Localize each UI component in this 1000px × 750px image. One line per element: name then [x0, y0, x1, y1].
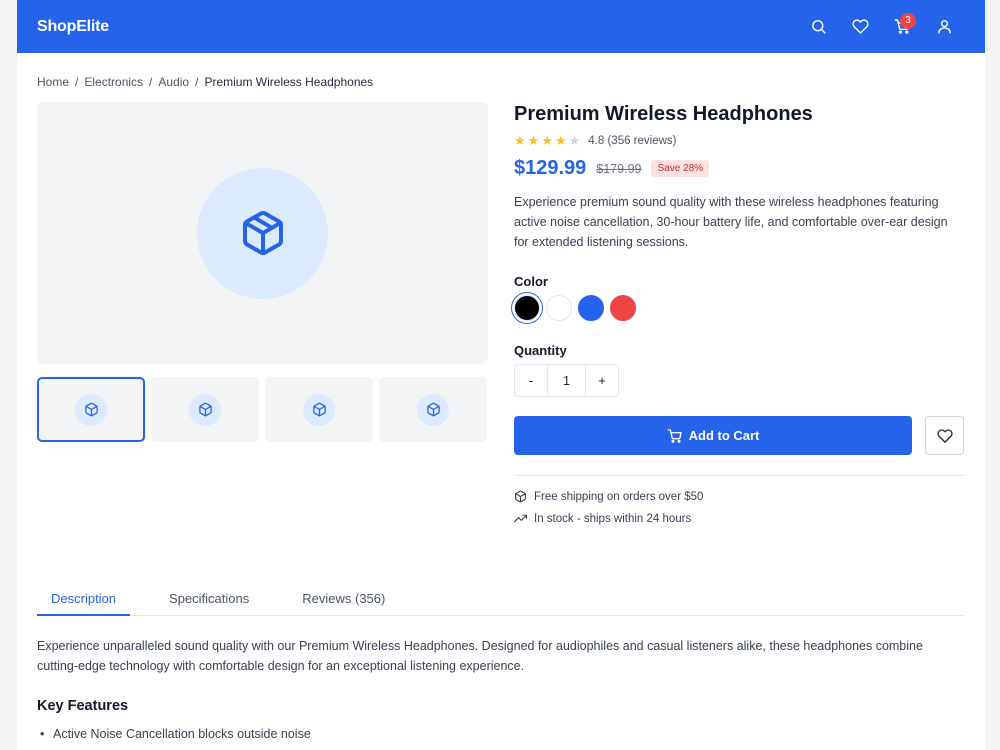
heart-icon: [936, 428, 953, 443]
thumbnail-circle: [417, 393, 449, 426]
search-button[interactable]: [797, 6, 839, 48]
thumbnail-circle: [75, 393, 107, 426]
tab-reviews[interactable]: Reviews (356): [288, 585, 399, 615]
package-icon: [515, 490, 526, 503]
quantity-decrement-button[interactable]: -: [515, 365, 547, 396]
breadcrumb-separator: /: [195, 75, 199, 89]
price-row: $129.99 $179.99 Save 28%: [514, 157, 964, 180]
color-swatch-red[interactable]: [610, 295, 636, 321]
rating-text[interactable]: 4.8 (356 reviews): [588, 135, 676, 147]
breadcrumb-electronics[interactable]: Electronics: [84, 75, 143, 89]
key-features-heading: Key Features: [37, 698, 129, 714]
thumbnail-circle: [189, 393, 221, 426]
quantity-stepper: - 1 +: [514, 364, 619, 397]
image-placeholder-circle: [197, 167, 328, 299]
star-filled-icon: ★: [554, 133, 567, 148]
add-to-cart-label: Add to Cart: [688, 428, 760, 443]
product-info: Premium Wireless Headphones ★ ★ ★ ★ ★ 4.…: [514, 103, 964, 534]
cart-actions: Add to Cart: [514, 416, 964, 455]
product-page: ShopElite 3 Home / Electronics / Audio /…: [17, 0, 985, 750]
thumbnail-1[interactable]: [37, 377, 145, 442]
color-swatch-blue[interactable]: [578, 295, 604, 321]
color-swatch-black[interactable]: [514, 295, 540, 321]
shipping-perk: Free shipping on orders over $50: [514, 490, 964, 503]
quantity-increment-button[interactable]: +: [586, 365, 618, 396]
star-filled-icon: ★: [527, 133, 540, 148]
scrollbar-track[interactable]: [985, 0, 1000, 750]
heart-icon: [851, 19, 869, 34]
package-icon: [198, 402, 212, 417]
perk-text: Free shipping on orders over $50: [534, 490, 704, 503]
cart-icon: [667, 428, 682, 443]
package-icon: [84, 402, 98, 417]
breadcrumb-current: Premium Wireless Headphones: [204, 75, 374, 89]
star-filled-icon: ★: [514, 133, 526, 148]
description-paragraph: Experience unparalleled sound quality wi…: [37, 639, 923, 673]
stock-perk: In stock - ships within 24 hours: [514, 512, 964, 525]
tab-description[interactable]: Description: [37, 585, 131, 616]
header-actions: 3: [797, 6, 965, 48]
color-label: Color: [514, 274, 548, 289]
original-price: $179.99: [596, 161, 642, 176]
cart-count-badge: 3: [900, 12, 916, 29]
thumbnail-4[interactable]: [379, 377, 487, 442]
tab-panel-description: Experience unparalleled sound quality wi…: [37, 636, 965, 744]
breadcrumb-separator: /: [75, 75, 79, 89]
thumbnail-2[interactable]: [151, 377, 259, 442]
package-icon: [242, 211, 283, 256]
quantity-input[interactable]: 1: [547, 365, 586, 396]
cart-button[interactable]: 3: [881, 6, 923, 48]
breadcrumb-audio[interactable]: Audio: [158, 75, 189, 89]
star-empty-icon: ★: [568, 133, 581, 148]
package-icon: [312, 402, 326, 417]
add-to-wishlist-button[interactable]: [925, 416, 964, 455]
product-title: Premium Wireless Headphones: [514, 103, 813, 125]
trending-up-icon: [514, 514, 527, 523]
add-to-cart-button[interactable]: Add to Cart: [514, 416, 912, 455]
account-button[interactable]: [923, 6, 965, 48]
feature-list: Active Noise Cancellation blocks outside…: [37, 724, 965, 744]
breadcrumb-home[interactable]: Home: [37, 75, 69, 89]
color-swatches: [514, 295, 964, 321]
product-main-image[interactable]: [37, 102, 488, 364]
product-tabs: Description Specifications Reviews (356): [37, 585, 965, 616]
divider: [514, 475, 964, 476]
wishlist-button[interactable]: [839, 6, 881, 48]
color-swatch-white[interactable]: [546, 295, 572, 321]
discount-badge: Save 28%: [651, 160, 710, 177]
product-rating: ★ ★ ★ ★ ★ 4.8 (356 reviews): [514, 134, 964, 147]
list-item: Active Noise Cancellation blocks outside…: [37, 724, 965, 744]
current-price: $129.99: [514, 157, 587, 179]
thumbnail-strip: [37, 377, 487, 442]
breadcrumb: Home / Electronics / Audio / Premium Wir…: [37, 75, 373, 89]
user-icon: [937, 20, 951, 34]
quantity-label: Quantity: [514, 343, 567, 358]
thumbnail-3[interactable]: [265, 377, 373, 442]
tab-specifications[interactable]: Specifications: [155, 585, 263, 615]
search-icon: [811, 20, 826, 34]
top-navbar: ShopElite 3: [17, 0, 985, 53]
perk-text: In stock - ships within 24 hours: [534, 512, 692, 525]
star-filled-icon: ★: [541, 133, 553, 148]
breadcrumb-separator: /: [149, 75, 153, 89]
thumbnail-circle: [303, 393, 335, 426]
package-icon: [426, 402, 440, 417]
site-logo[interactable]: ShopElite: [37, 18, 109, 36]
product-description: Experience premium sound quality with th…: [514, 195, 948, 249]
